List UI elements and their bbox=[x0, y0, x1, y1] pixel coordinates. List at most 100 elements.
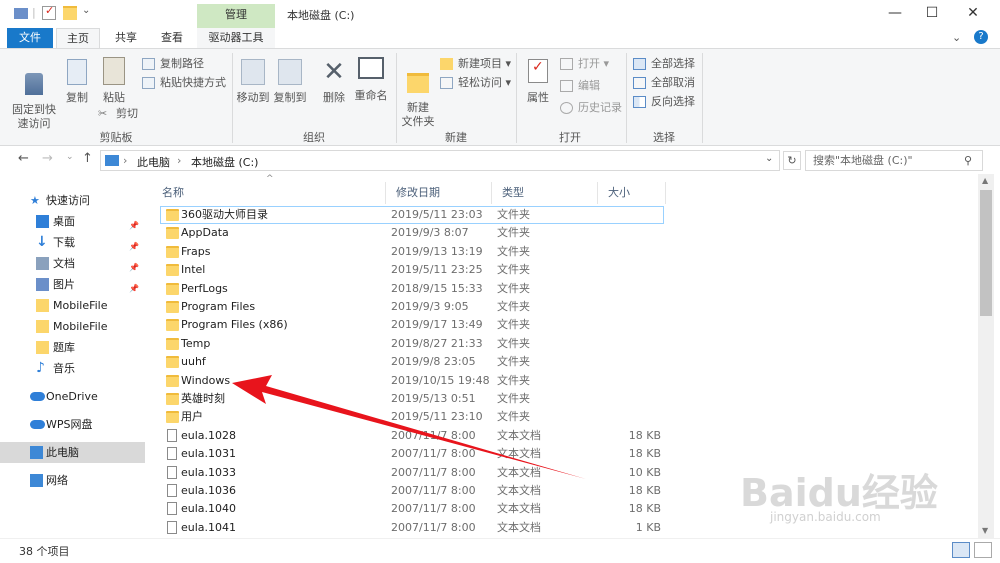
table-row[interactable]: AppData 2019/9/3 8:07 文件夹 bbox=[160, 224, 665, 242]
text-file-icon bbox=[167, 502, 177, 516]
breadcrumb-chevron-icon[interactable]: › bbox=[123, 154, 127, 167]
table-row[interactable]: eula.1031 2007/11/7 8:00 文本文档 18 KB bbox=[160, 445, 665, 463]
status-bar: 38 个项目 bbox=[0, 538, 1000, 563]
file-name: eula.1041 bbox=[181, 520, 237, 534]
up-icon[interactable]: ↑ bbox=[82, 151, 93, 166]
column-header-name[interactable]: 名称 bbox=[152, 182, 386, 204]
ribbon-collapse-icon[interactable]: ⌄ bbox=[952, 31, 961, 44]
invert-selection-button[interactable]: 反向选择 bbox=[633, 93, 695, 111]
column-header-type[interactable]: 类型 bbox=[492, 182, 598, 204]
new-folder-button[interactable]: 新建 文件夹 bbox=[400, 59, 436, 129]
table-row[interactable]: eula.1036 2007/11/7 8:00 文本文档 18 KB bbox=[160, 482, 665, 500]
large-icons-view-icon[interactable] bbox=[974, 542, 992, 558]
tab-home[interactable]: 主页 bbox=[56, 28, 100, 48]
address-dropdown-icon[interactable]: ⌄ bbox=[765, 153, 773, 164]
sidebar-item-1[interactable]: 桌面 📌 bbox=[0, 211, 145, 232]
new-folder-quick-icon[interactable] bbox=[63, 6, 77, 20]
scroll-up-icon[interactable]: ▲ bbox=[982, 176, 988, 185]
easy-access-button[interactable]: 轻松访问 ▾ bbox=[440, 74, 511, 92]
pin-icon bbox=[25, 73, 43, 95]
table-row[interactable]: Fraps 2019/9/13 13:19 文件夹 bbox=[160, 243, 665, 261]
sidebar-item-12[interactable]: 网络 bbox=[0, 470, 145, 491]
baidu-watermark-url: jingyan.baidu.com bbox=[770, 510, 881, 524]
copy-to-button[interactable]: 复制到 bbox=[273, 59, 307, 105]
file-name: Program Files bbox=[181, 300, 256, 313]
search-icon: ⚲ bbox=[964, 154, 973, 167]
sidebar-item-6[interactable]: MobileFile bbox=[0, 316, 145, 337]
properties-quick-icon[interactable] bbox=[14, 8, 28, 19]
refresh-icon[interactable]: ↻ bbox=[783, 151, 801, 170]
table-row[interactable]: PerfLogs 2018/9/15 15:33 文件夹 bbox=[160, 280, 665, 298]
history-button[interactable]: 历史记录 bbox=[560, 99, 622, 117]
sidebar-item-0[interactable]: ★ 快速访问 bbox=[0, 190, 145, 211]
sidebar-item-7[interactable]: 题库 bbox=[0, 337, 145, 358]
breadcrumb-chevron-icon[interactable]: › bbox=[177, 154, 181, 167]
vertical-scrollbar[interactable]: ▲ ▼ bbox=[978, 174, 994, 538]
file-name: Temp bbox=[181, 336, 211, 350]
table-row[interactable]: uuhf 2019/9/8 23:05 文件夹 bbox=[160, 353, 665, 371]
scrollbar-thumb[interactable] bbox=[980, 190, 992, 316]
select-all-button[interactable]: 全部选择 bbox=[633, 55, 695, 73]
copy-button[interactable]: 复制 bbox=[62, 59, 92, 105]
sidebar-item-10[interactable]: WPS网盘 bbox=[0, 414, 145, 435]
close-button[interactable]: ✕ bbox=[950, 4, 996, 24]
table-row[interactable]: Program Files (x86) 2019/9/17 13:49 文件夹 bbox=[160, 316, 665, 334]
sidebar-item-4[interactable]: 图片 📌 bbox=[0, 274, 145, 295]
column-header-date[interactable]: 修改日期 bbox=[386, 182, 492, 204]
table-row[interactable]: eula.1033 2007/11/7 8:00 文本文档 10 KB bbox=[160, 464, 665, 482]
move-to-button[interactable]: 移动到 bbox=[236, 59, 270, 105]
rename-button[interactable]: 重命名 bbox=[353, 57, 389, 103]
open-button[interactable]: 打开 ▾ bbox=[560, 55, 609, 73]
checkbox-quick-icon[interactable]: ✓ bbox=[42, 4, 56, 20]
quick-access-dropdown-icon[interactable]: ⌄ bbox=[82, 5, 90, 16]
scroll-down-icon[interactable]: ▼ bbox=[982, 526, 988, 535]
table-row[interactable]: Temp 2019/8/27 21:33 文件夹 bbox=[160, 335, 665, 353]
maximize-button[interactable]: ☐ bbox=[909, 4, 955, 24]
details-view-icon[interactable] bbox=[952, 542, 970, 558]
tab-share[interactable]: 共享 bbox=[104, 28, 148, 48]
table-row[interactable]: 360驱动大师目录 2019/5/11 23:03 文件夹 bbox=[160, 206, 665, 224]
pin-to-quick-access-button[interactable]: 固定到快 速访问 bbox=[10, 59, 58, 131]
paste-button[interactable]: 粘贴 bbox=[98, 57, 130, 105]
new-item-button[interactable]: 新建项目 ▾ bbox=[440, 55, 511, 73]
delete-button[interactable]: ✕ 删除 bbox=[318, 57, 350, 105]
edit-button[interactable]: 编辑 bbox=[560, 77, 600, 95]
table-row[interactable]: 用户 2019/5/11 23:10 文件夹 bbox=[160, 408, 665, 426]
recent-locations-icon[interactable]: ⌄ bbox=[66, 152, 74, 162]
forward-icon[interactable]: → bbox=[42, 151, 53, 166]
column-header-size[interactable]: 大小 bbox=[598, 182, 666, 204]
table-row[interactable]: Windows 2019/10/15 19:48 文件夹 bbox=[160, 372, 665, 390]
tab-drive-tools[interactable]: 驱动器工具 bbox=[197, 28, 275, 48]
table-row[interactable]: eula.1028 2007/11/7 8:00 文本文档 18 KB bbox=[160, 427, 665, 445]
group-separator bbox=[702, 53, 703, 143]
table-row[interactable]: eula.1041 2007/11/7 8:00 文本文档 1 KB bbox=[160, 519, 665, 537]
sidebar-item-8[interactable]: ♪ 音乐 bbox=[0, 358, 145, 379]
cut-button[interactable]: ✂ 剪切 bbox=[98, 105, 138, 123]
context-tab-manage[interactable]: 管理 bbox=[197, 4, 275, 28]
file-size: 18 KB bbox=[628, 447, 661, 461]
copy-path-button[interactable]: 复制路径 bbox=[142, 55, 204, 73]
sidebar-item-2[interactable]: ↓ 下载 📌 bbox=[0, 232, 145, 253]
table-row[interactable]: Program Files 2019/9/3 9:05 文件夹 bbox=[160, 298, 665, 316]
sidebar-item-5[interactable]: MobileFile bbox=[0, 295, 145, 316]
table-row[interactable]: eula.1040 2007/11/7 8:00 文本文档 18 KB bbox=[160, 500, 665, 518]
sidebar-item-3[interactable]: 文档 📌 bbox=[0, 253, 145, 274]
tab-view[interactable]: 查看 bbox=[150, 28, 194, 48]
table-row[interactable]: 英雄时刻 2019/5/13 0:51 文件夹 bbox=[160, 390, 665, 408]
address-bar[interactable]: › 此电脑 › 本地磁盘 (C:) ⌄ bbox=[100, 150, 780, 171]
sidebar-item-11[interactable]: 此电脑 bbox=[0, 442, 145, 463]
table-row[interactable]: Intel 2019/5/11 23:25 文件夹 bbox=[160, 261, 665, 279]
title-bar: | ✓ ⌄ 管理 本地磁盘 (C:) — ☐ ✕ bbox=[0, 0, 1000, 28]
breadcrumb-this-pc[interactable]: 此电脑 bbox=[137, 154, 170, 170]
search-input[interactable]: 搜索"本地磁盘 (C:)" ⚲ bbox=[805, 150, 983, 171]
sidebar-item-9[interactable]: OneDrive bbox=[0, 386, 145, 407]
breadcrumb-local-disk[interactable]: 本地磁盘 (C:) bbox=[191, 154, 258, 170]
folder-icon bbox=[166, 301, 179, 313]
back-icon[interactable]: ← bbox=[18, 151, 29, 166]
help-icon[interactable]: ? bbox=[974, 30, 988, 44]
paste-shortcut-button[interactable]: 粘贴快捷方式 bbox=[142, 74, 226, 92]
tab-file[interactable]: 文件 bbox=[7, 28, 53, 48]
select-none-button[interactable]: 全部取消 bbox=[633, 74, 695, 92]
properties-button[interactable]: ✓ 属性 bbox=[522, 59, 554, 105]
file-name: 英雄时刻 bbox=[181, 392, 225, 405]
